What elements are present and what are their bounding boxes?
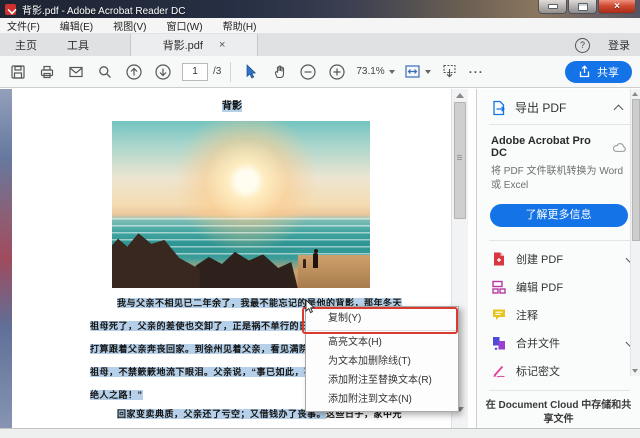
tool-edit-pdf[interactable]: 编辑 PDF (477, 273, 640, 301)
share-button[interactable]: 共享 (565, 61, 632, 83)
learn-more-button[interactable]: 了解更多信息 (490, 204, 628, 227)
toolbar-divider (230, 62, 231, 82)
menu-bar: 文件(F) 编辑(E) 视图(V) 窗口(W) 帮助(H) (0, 18, 640, 34)
scrollbar-thumb[interactable] (454, 102, 466, 219)
menu-item-highlight-text[interactable]: 高亮文本(H) (306, 333, 458, 352)
save-icon[interactable] (8, 62, 28, 82)
promo-description: 将 PDF 文件联机转换为 Word 或 Excel (491, 165, 625, 193)
minimize-icon (548, 4, 558, 9)
help-icon[interactable]: ? (575, 38, 590, 53)
photo-beach-sand (298, 255, 370, 288)
page-total-label: /3 (213, 66, 221, 77)
tab-home[interactable]: 主页 (0, 34, 52, 56)
combine-files-icon (491, 335, 507, 351)
select-tool-icon[interactable] (240, 62, 260, 82)
main-toolbar: /3 73.1% ··· 共享 (0, 56, 640, 88)
tab-close-icon[interactable]: × (219, 40, 225, 51)
chevron-up-icon[interactable] (614, 104, 624, 114)
tool-comment[interactable]: 注释 (477, 301, 640, 329)
previous-page-icon[interactable] (124, 62, 144, 82)
desktop-background-sliver (0, 89, 12, 428)
scroll-up-icon[interactable] (632, 92, 638, 96)
page-display-icon[interactable] (440, 62, 460, 82)
create-pdf-icon (491, 251, 507, 267)
fit-width-control[interactable] (404, 63, 431, 80)
scroll-down-icon[interactable] (632, 369, 638, 373)
panel-scrollbar[interactable] (630, 89, 640, 376)
pdf-logo-icon (5, 4, 16, 15)
tab-tools[interactable]: 工具 (52, 34, 104, 56)
page-number-input[interactable] (182, 63, 208, 81)
menu-item-strikethrough-text[interactable]: 为文本加删除线(T) (306, 352, 458, 371)
mouse-cursor-icon (304, 299, 316, 315)
maximize-button[interactable] (568, 0, 597, 14)
window-controls: × (537, 0, 636, 14)
export-pdf-section[interactable]: 导出 PDF (477, 89, 640, 124)
search-icon[interactable] (95, 62, 115, 82)
photo-person-child (303, 259, 306, 268)
title-bar: 背影.pdf - Adobe Acrobat Reader DC × (0, 0, 640, 18)
menu-item-add-note-to-text[interactable]: 添加附注到文本(N) (306, 390, 458, 409)
next-page-icon[interactable] (153, 62, 173, 82)
print-icon[interactable] (37, 62, 57, 82)
tab-document-label: 背影.pdf (163, 37, 203, 53)
document-heading-text: 背影 (222, 101, 242, 112)
context-menu: 复制(Y) 高亮文本(H) 为文本加删除线(T) 添加附注至替换文本(R) 添加… (305, 306, 459, 412)
cloud-footer-text: 在 Document Cloud 中存储和共享文件 (484, 399, 634, 427)
menu-window[interactable]: 窗口(W) (166, 18, 202, 33)
tab-bar: 主页 工具 背影.pdf × ? 登录 (0, 34, 640, 56)
window-title: 背影.pdf - Adobe Acrobat Reader DC (22, 2, 185, 17)
sign-in-link[interactable]: 登录 (608, 37, 630, 53)
menu-item-copy[interactable]: 复制(Y) (306, 309, 458, 328)
doc-text-line-3: 打算跟着父亲奔丧回家。到徐州见着父亲，看见满院狼藉 (90, 342, 328, 355)
scroll-up-icon[interactable] (456, 93, 464, 98)
comment-icon (491, 307, 507, 323)
menu-edit[interactable]: 编辑(E) (60, 18, 93, 33)
close-icon: × (614, 2, 620, 12)
fit-width-caret-icon (425, 70, 431, 74)
zoom-level-control[interactable]: 73.1% (356, 66, 394, 77)
scrollbar-thumb[interactable] (632, 99, 640, 241)
horizontal-scrollbar-strip[interactable] (0, 428, 640, 438)
tool-redact[interactable]: 标记密文 (477, 357, 640, 385)
menu-view[interactable]: 视图(V) (113, 18, 146, 33)
share-button-label: 共享 (597, 64, 619, 80)
redact-icon (491, 363, 507, 379)
document-photo (112, 121, 370, 288)
doc-text-line-4: 祖母，不禁簌簌地流下眼泪。父亲说，“事已如此，不 (90, 365, 314, 378)
edit-pdf-icon (491, 279, 507, 295)
menu-separator (307, 330, 457, 331)
zoom-in-icon[interactable] (327, 62, 347, 82)
minimize-button[interactable] (538, 0, 567, 14)
doc-text-selected: 回家变卖典质，父亲还了亏空；又借钱办了丧事。 (117, 409, 326, 419)
menu-item-add-note-replace-text[interactable]: 添加附注至替换文本(R) (306, 371, 458, 390)
menu-file[interactable]: 文件(F) (7, 18, 40, 33)
export-pdf-icon (491, 100, 507, 116)
export-pdf-label: 导出 PDF (515, 99, 566, 116)
zoom-out-icon[interactable] (298, 62, 318, 82)
tool-create-pdf[interactable]: 创建 PDF (477, 245, 640, 273)
fit-width-icon (404, 63, 421, 80)
maximize-icon (578, 3, 588, 11)
share-icon (578, 65, 591, 78)
promo-title-text: Adobe Acrobat Pro DC (491, 135, 606, 159)
tools-panel: 导出 PDF Adobe Acrobat Pro DC 将 PDF 文件联机转换… (476, 89, 640, 428)
doc-text-line-2: 祖母死了，父亲的差使也交卸了，正是祸不单行的日子， (90, 319, 328, 332)
cloud-icon (612, 142, 626, 153)
acrobat-promo: Adobe Acrobat Pro DC 将 PDF 文件联机转换为 Word … (477, 125, 640, 193)
close-button[interactable]: × (598, 0, 636, 14)
acrobat-window: 背影.pdf - Adobe Acrobat Reader DC × 文件(F)… (0, 0, 640, 438)
tab-document[interactable]: 背影.pdf × (130, 34, 258, 56)
email-icon[interactable] (66, 62, 86, 82)
zoom-level-value: 73.1% (356, 66, 384, 77)
doc-text-line-5: 绝人之路！” (90, 388, 143, 401)
more-tools-icon[interactable]: ··· (469, 65, 484, 79)
hand-tool-icon[interactable] (269, 62, 289, 82)
document-heading: 背影 (12, 97, 452, 112)
tool-combine-files[interactable]: 合并文件 (477, 329, 640, 357)
photo-person-adult (313, 253, 318, 268)
panel-divider (489, 240, 630, 241)
menu-help[interactable]: 帮助(H) (223, 18, 257, 33)
zoom-caret-icon (389, 70, 395, 74)
